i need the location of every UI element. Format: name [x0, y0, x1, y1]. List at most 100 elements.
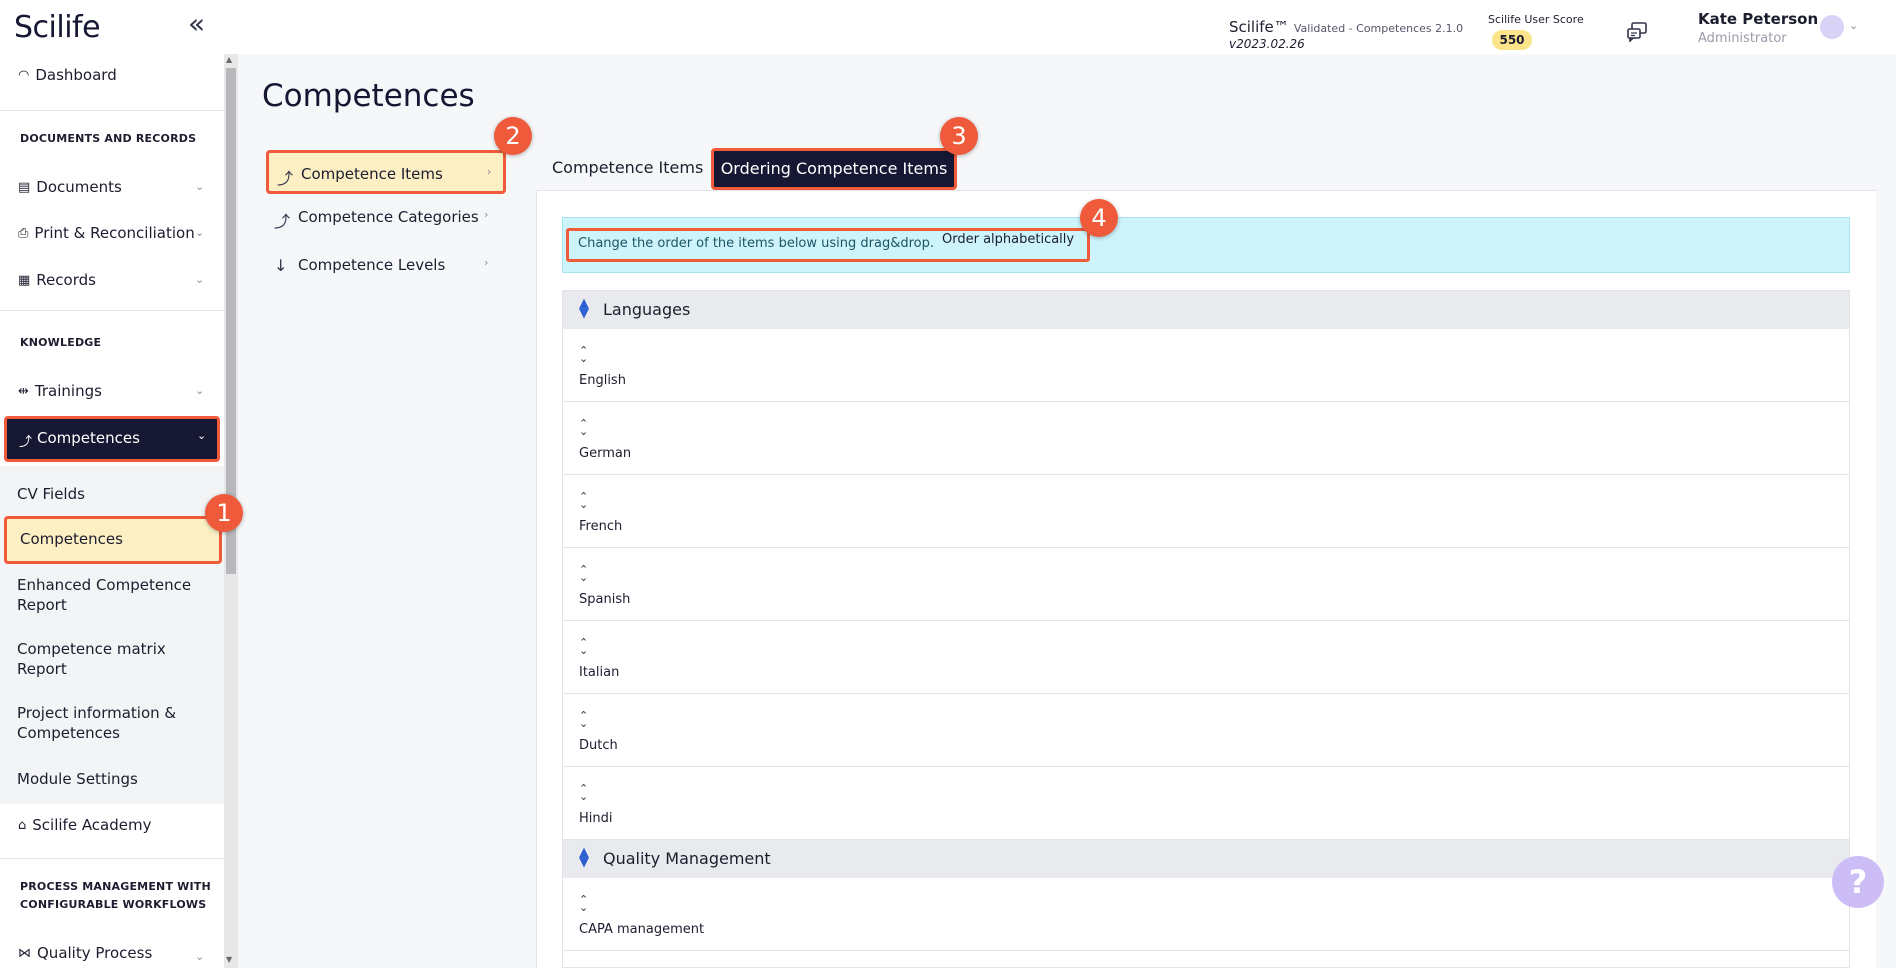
submenu-item-label-line2: Report	[17, 660, 67, 678]
submenu-item-competences[interactable]: Competences	[4, 516, 222, 564]
version-info: Scilife™ Validated - Competences 2.1.0 v…	[1229, 17, 1463, 51]
chevron-down-icon[interactable]: ⌄	[1849, 19, 1858, 32]
group-header[interactable]: ▲ ▼ Quality Management	[563, 840, 1849, 878]
list-item-label: Dutch	[579, 738, 618, 753]
submenu-item-module-settings[interactable]: Module Settings	[17, 769, 138, 789]
divider	[0, 110, 224, 111]
sidebar-item-label: Print & Reconciliation	[34, 224, 195, 242]
drag-handle-icon[interactable]: ⌃ ⌄	[579, 564, 588, 583]
section-process-management-line2: CONFIGURABLE WORKFLOWS	[20, 898, 207, 911]
scilife-logo[interactable]: Scilife	[14, 10, 101, 45]
records-icon: ▦	[18, 272, 31, 288]
help-button[interactable]: ?	[1832, 856, 1884, 908]
list-item[interactable]: ⌃ ⌄ English	[563, 329, 1849, 402]
drag-handle-icon[interactable]: ⌃ ⌄	[579, 710, 588, 729]
sidebar-item-label: Quality Process	[37, 944, 153, 962]
competence-icon: ⤴	[277, 169, 294, 188]
chat-icon[interactable]	[1626, 22, 1648, 42]
sidebar-item-records[interactable]: ▦ Records	[18, 271, 96, 289]
secondary-nav-competence-levels[interactable]: ↓ Competence Levels ›	[266, 244, 506, 288]
competence-icon: ⤴	[19, 435, 33, 450]
divider	[0, 858, 224, 859]
list-item[interactable]: ⌃ ⌄ CAPA management	[563, 878, 1849, 951]
printer-icon: ⎙	[18, 225, 29, 241]
drag-handle-icon[interactable]: ⌃ ⌄	[579, 637, 588, 656]
sort-handle-icon[interactable]: ▲ ▼	[579, 297, 589, 320]
callout-badge-1: 1	[205, 494, 243, 532]
group-header[interactable]: ▲ ▼ Languages	[563, 291, 1849, 329]
list-item[interactable]: ⌃ ⌄ Dutch	[563, 694, 1849, 767]
chevron-down-icon[interactable]: ⌄	[195, 950, 204, 963]
drag-handle-icon[interactable]: ⌃ ⌄	[579, 418, 588, 437]
submenu-item-label-line2: Competences	[17, 724, 120, 742]
user-name[interactable]: Kate Peterson	[1698, 10, 1818, 28]
user-score-badge: 550	[1492, 30, 1532, 50]
sidebar-item-dashboard[interactable]: ◠ Dashboard	[18, 66, 117, 84]
group-name: Languages	[603, 300, 691, 319]
scroll-down-icon[interactable]: ▼	[226, 955, 232, 964]
secondary-nav-label: Competence Levels	[298, 256, 446, 274]
list-item-label: English	[579, 373, 626, 388]
chevron-down-icon[interactable]: ⌄	[195, 226, 204, 239]
sidebar-item-documents[interactable]: ▤ Documents	[18, 178, 122, 196]
list-item[interactable]: ⌃ ⌄ German	[563, 402, 1849, 475]
list-item[interactable]: ⌃ ⌄ Hindi	[563, 767, 1849, 840]
section-documents-records: DOCUMENTS AND RECORDS	[20, 132, 197, 145]
sort-handle-icon[interactable]: ▲ ▼	[579, 846, 589, 869]
list-item-label: Italian	[579, 665, 620, 680]
list-item[interactable]: ⌃ ⌄ French	[563, 475, 1849, 548]
sidebar-item-label: Scilife Academy	[32, 816, 152, 834]
submenu-item-project-information[interactable]: Project information & Competences	[17, 703, 176, 743]
sidebar-item-trainings[interactable]: ⇹ Trainings	[18, 382, 102, 400]
list-item[interactable]: ⌃ ⌄ Italian	[563, 621, 1849, 694]
drag-handle-icon[interactable]: ⌃ ⌄	[579, 491, 588, 510]
avatar[interactable]	[1820, 15, 1844, 39]
info-text: Change the order of the items below usin…	[578, 236, 935, 251]
sidebar-item-label: Competences	[37, 429, 140, 447]
list-item-label: Spanish	[579, 592, 631, 607]
group-name: Quality Management	[603, 849, 771, 868]
chevron-down-icon[interactable]: ⌄	[195, 273, 204, 286]
submenu-item-label-line1: Enhanced Competence	[17, 576, 192, 594]
user-role: Administrator	[1698, 31, 1787, 46]
list-item-label: German	[579, 446, 632, 461]
order-alphabetically-button[interactable]: Order alphabetically	[942, 232, 1074, 247]
sidebar-item-label: Documents	[36, 178, 122, 196]
chevron-down-icon[interactable]: ⌄	[197, 429, 206, 442]
dumbbell-icon: ⇹	[18, 383, 29, 399]
document-icon: ▤	[18, 179, 31, 195]
validated-label: Validated - Competences 2.1.0	[1293, 22, 1464, 35]
sidebar-item-label: Trainings	[34, 382, 102, 400]
sidebar-item-label: Dashboard	[35, 66, 117, 84]
list-item[interactable]: ⌃ ⌄ Spanish	[563, 548, 1849, 621]
page-title: Competences	[262, 78, 475, 114]
user-score-label: Scilife User Score	[1488, 13, 1584, 26]
submenu-item-label-line2: Report	[17, 596, 67, 614]
scroll-up-icon[interactable]: ▲	[226, 55, 232, 64]
secondary-nav-competence-categories[interactable]: ⤴ Competence Categories ›	[266, 196, 506, 240]
sidebar-item-academy[interactable]: ⌂ Scilife Academy	[18, 816, 152, 834]
drag-handle-icon[interactable]: ⌃ ⌄	[579, 783, 588, 802]
chevron-down-icon[interactable]: ⌄	[195, 180, 204, 193]
submenu-item-label: Competences	[20, 530, 123, 548]
sidebar-item-quality-process[interactable]: ⋈ Quality Process	[18, 944, 152, 962]
list-item-label: Hindi	[579, 811, 613, 826]
chevron-down-icon[interactable]: ⌄	[195, 384, 204, 397]
sortable-list: ▲ ▼ Languages ⌃ ⌄ English ⌃ ⌄ German ⌃ ⌄ Fre…	[562, 290, 1850, 968]
sidebar-item-label: Records	[36, 271, 96, 289]
collapse-sidebar-icon[interactable]: «	[188, 10, 205, 38]
submenu-item-enhanced-report[interactable]: Enhanced Competence Report	[17, 575, 191, 615]
sidebar-item-print[interactable]: ⎙ Print & Reconciliation	[18, 224, 195, 242]
secondary-nav-competence-items[interactable]: ⤴ Competence Items ›	[266, 150, 506, 194]
submenu-item-label-line1: Project information &	[17, 704, 177, 722]
tab-competence-items[interactable]: Competence Items	[552, 158, 703, 177]
submenu-item-label-line1: Competence matrix	[17, 640, 166, 658]
drag-handle-icon[interactable]: ⌃ ⌄	[579, 345, 588, 364]
chevron-right-icon: ›	[484, 256, 489, 269]
sidebar-item-competences[interactable]: ⤴ Competences ⌄	[4, 416, 220, 462]
drag-handle-icon[interactable]: ⌃ ⌄	[579, 894, 588, 913]
submenu-item-matrix-report[interactable]: Competence matrix Report	[17, 639, 166, 679]
gauge-icon: ◠	[18, 67, 30, 83]
submenu-item-cv-fields[interactable]: CV Fields	[17, 484, 85, 504]
tab-ordering-competence-items[interactable]: Ordering Competence Items	[711, 148, 957, 190]
